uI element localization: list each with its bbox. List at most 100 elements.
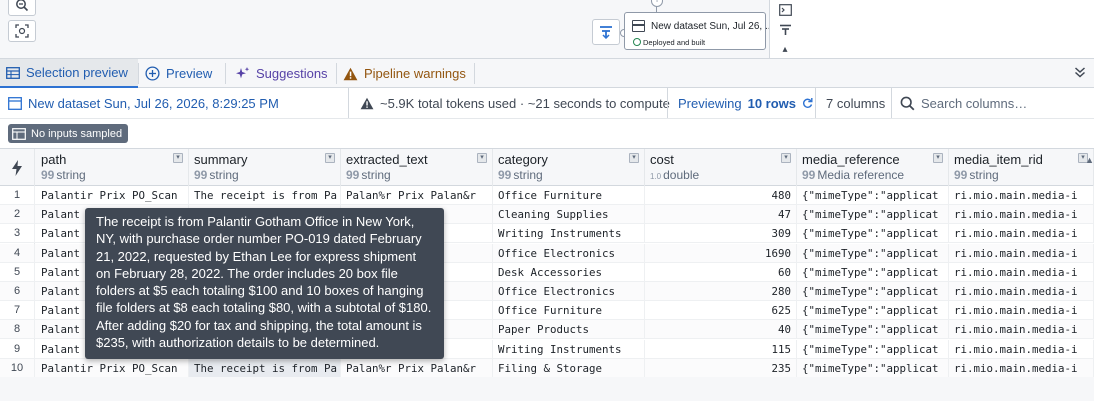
cell-cost[interactable]: 47 [645,205,797,225]
cell-media-reference[interactable]: {"mimeType":"applicat [797,262,949,282]
cell-media-reference[interactable]: {"mimeType":"applicat [797,320,949,340]
right-panel [770,0,1094,58]
cell-media-item-rid[interactable]: ri.mio.main.media-i [949,282,1094,301]
cell-path[interactable]: Palantir Prix PO_Scan [36,358,189,378]
dataset-name-link[interactable]: New dataset Sun, Jul 26, 2026, 8:29:25 P… [8,88,279,118]
cell-cost[interactable]: 1690 [645,243,797,263]
cell-category[interactable]: Paper Products [493,320,645,340]
column-menu-icon[interactable]: ▾ [325,153,335,163]
cell-summary[interactable]: The receipt is from Pa [189,186,341,205]
cell-cost[interactable]: 115 [645,339,797,359]
no-inputs-tag: No inputs sampled [8,124,129,143]
column-type-label: double [663,168,700,182]
cell-category[interactable]: Writing Instruments [493,224,645,244]
cell-cost[interactable]: 40 [645,320,797,340]
cell-media-item-rid[interactable]: ri.mio.main.media-i [949,320,1094,340]
warning-icon [360,97,374,109]
cell-media-reference[interactable]: {"mimeType":"applicat [797,301,949,321]
transform-node-icon[interactable] [592,19,620,45]
cell-media-item-rid[interactable]: ri.mio.main.media-i [949,301,1094,321]
cell-media-reference[interactable]: {"mimeType":"applicat [797,205,949,225]
compute-estimate: ~5.9K total tokens used · ~21 seconds to… [360,88,670,118]
column-count-text: 7 columns [826,95,886,111]
column-header-cost[interactable]: cost 1.0 double ▾ [645,149,797,186]
cell-cost[interactable]: 480 [645,186,797,205]
previewing-rows-button[interactable]: Previewing 10 rows [678,88,813,118]
cell-category[interactable]: Filing & Storage [493,358,645,378]
cell-media-item-rid[interactable]: ri.mio.main.media-i [949,262,1094,282]
console-icon[interactable] [776,0,794,20]
divider [348,88,349,118]
row-number: 1 [0,186,35,205]
column-menu-icon[interactable]: ▾ [933,153,943,163]
column-type-label: string [969,168,999,182]
table-row[interactable]: 10 Palantir Prix PO_Scan The receipt is fr… [0,358,1094,378]
cell-media-item-rid[interactable]: ri.mio.main.media-i [949,224,1094,244]
zoom-out-icon[interactable] [8,0,36,16]
cell-category[interactable]: Office Electronics [493,282,645,301]
search-columns-input[interactable]: Search columns… [900,88,1027,118]
tab-divider [474,63,475,84]
column-header-path[interactable]: path 99 string ▾ [36,149,189,186]
column-menu-icon[interactable]: ▾ [477,153,487,163]
column-name: path [41,152,67,167]
cell-media-reference[interactable]: {"mimeType":"applicat [797,224,949,244]
scroll-up-icon[interactable]: ▲ [1085,155,1094,165]
pipeline-canvas[interactable]: + New dataset Sun, Jul 26, ... Deployed … [0,0,1094,58]
cell-media-reference[interactable]: {"mimeType":"applicat [797,186,949,205]
column-type: 99 string [194,168,335,182]
tab-preview[interactable]: Preview [139,59,224,88]
tab-selection-preview[interactable]: Selection preview [0,59,138,88]
cell-extracted-text[interactable]: Palan%r Prix Palan&r [341,358,493,378]
cell-cost[interactable]: 309 [645,224,797,244]
column-menu-icon[interactable]: ▾ [781,153,791,163]
collapse-panel-icon[interactable] [1074,65,1086,81]
cell-category[interactable]: Cleaning Supplies [493,205,645,225]
column-name: media_item_rid [954,152,1043,167]
bottom-panel-tabs: Selection preview Preview Suggestions Pi… [0,58,1094,88]
column-header-media-reference[interactable]: media_reference 99 Media reference ▾ [797,149,949,186]
cell-extracted-text[interactable]: Palan%r Prix Palan&r [341,186,493,205]
cell-path[interactable]: Palantir Prix PO_Scan [36,186,189,205]
cell-media-reference[interactable]: {"mimeType":"applicat [797,282,949,301]
cell-media-item-rid[interactable]: ri.mio.main.media-i [949,186,1094,205]
transform-icon[interactable] [776,20,794,40]
cell-cost[interactable]: 60 [645,262,797,282]
cell-category[interactable]: Office Furniture [493,186,645,205]
cell-summary[interactable]: The receipt is from Pa [189,358,341,378]
add-node-icon[interactable]: + [651,0,663,7]
cell-category[interactable]: Office Furniture [493,301,645,321]
number-type-icon: 1.0 [650,172,662,181]
cell-cost[interactable]: 235 [645,358,797,378]
column-header-media-item-rid[interactable]: media_item_rid 99 string ▾ [949,149,1094,186]
cell-category[interactable]: Desk Accessories [493,262,645,282]
cell-media-reference[interactable]: {"mimeType":"applicat [797,243,949,263]
table-row[interactable]: 1 Palantir Prix PO_Scan The receipt is fro… [0,186,1094,205]
cell-media-item-rid[interactable]: ri.mio.main.media-i [949,339,1094,359]
cell-cost[interactable]: 280 [645,282,797,301]
tab-pipeline-warnings[interactable]: Pipeline warnings [337,59,473,88]
column-type: 99 string [41,168,183,182]
cell-category[interactable]: Office Electronics [493,243,645,263]
column-type: 99 Media reference [802,168,943,182]
table-icon [6,66,20,79]
cell-media-item-rid[interactable]: ri.mio.main.media-i [949,205,1094,225]
cell-media-item-rid[interactable]: ri.mio.main.media-i [949,243,1094,263]
column-header-extracted-text[interactable]: extracted_text 99 string ▾ [341,149,493,186]
cell-media-item-rid[interactable]: ri.mio.main.media-i [949,358,1094,378]
dataset-icon [632,20,645,32]
column-header-category[interactable]: category 99 string ▾ [493,149,645,186]
tab-suggestions[interactable]: Suggestions [229,59,334,88]
more-tools-icon[interactable]: ▴ [776,40,794,58]
column-menu-icon[interactable]: ▾ [173,153,183,163]
cell-media-reference[interactable]: {"mimeType":"applicat [797,358,949,378]
column-header-summary[interactable]: summary 99 string ▾ [189,149,341,186]
lightning-icon[interactable] [0,149,35,186]
cell-category[interactable]: Writing Instruments [493,339,645,359]
cell-media-reference[interactable]: {"mimeType":"applicat [797,339,949,359]
dataset-node[interactable]: New dataset Sun, Jul 26, ... Deployed an… [624,12,773,50]
quote-type-icon: 99 [802,168,816,182]
fit-view-icon[interactable] [8,20,36,42]
cell-cost[interactable]: 625 [645,301,797,321]
column-menu-icon[interactable]: ▾ [629,153,639,163]
